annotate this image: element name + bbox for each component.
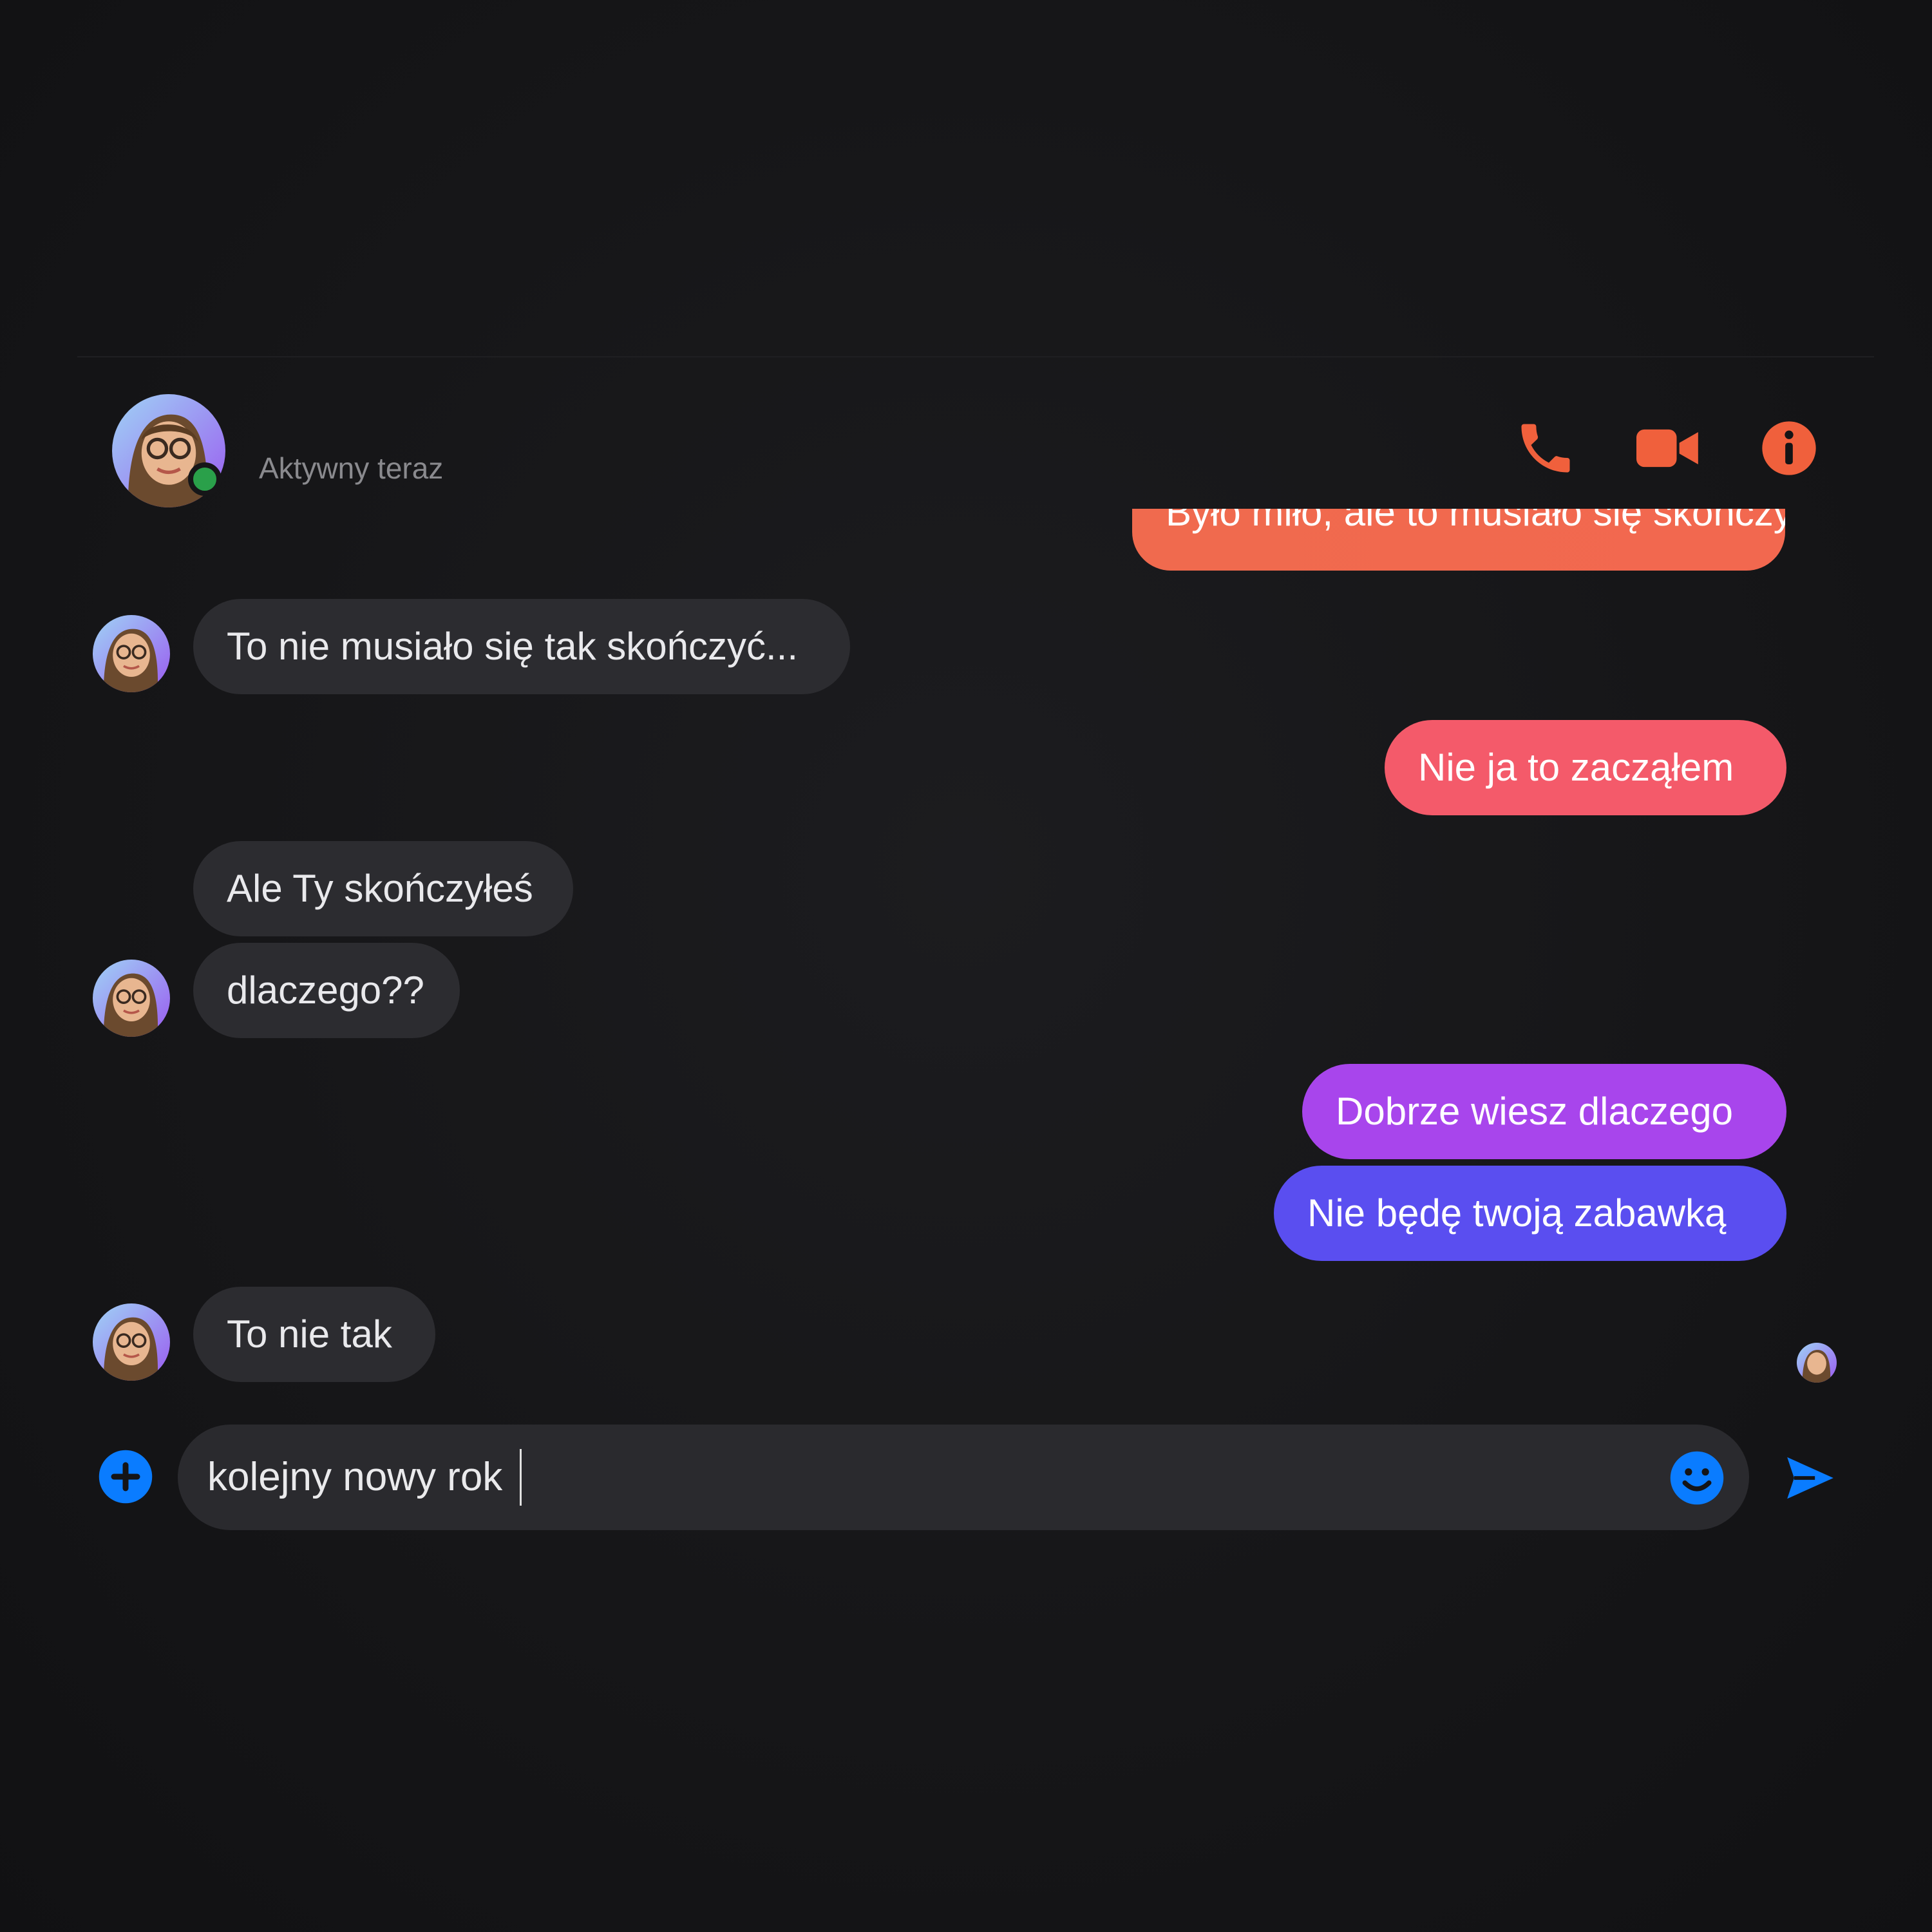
- phone-icon[interactable]: [1513, 416, 1578, 480]
- incoming-message[interactable]: Ale Ty skończyłeś: [193, 841, 573, 936]
- active-status-text: Aktywny teraz: [259, 451, 444, 485]
- video-camera-icon[interactable]: [1633, 416, 1704, 480]
- contact-avatar-small: [93, 615, 170, 692]
- partial-outgoing-message: Było miło, ale to musiało się skończyć: [1132, 509, 1785, 571]
- plus-circle-icon[interactable]: [97, 1448, 155, 1506]
- send-icon[interactable]: [1783, 1450, 1838, 1506]
- outgoing-message[interactable]: Dobrze wiesz dlaczego: [1302, 1064, 1786, 1159]
- contact-avatar-small: [93, 1303, 170, 1381]
- incoming-message[interactable]: dlaczego??: [193, 943, 460, 1038]
- online-status-dot: [188, 462, 222, 496]
- smile-icon[interactable]: [1668, 1449, 1726, 1507]
- seen-indicator-avatar: [1797, 1343, 1837, 1383]
- chat-window: Aktywny teraz Było miło, ale to musiało …: [0, 0, 1932, 1932]
- outgoing-message[interactable]: Nie będę twoją zabawką: [1274, 1166, 1786, 1261]
- outgoing-message[interactable]: Nie ja to zacząłem: [1385, 720, 1786, 815]
- text-caret: [520, 1449, 522, 1506]
- incoming-message[interactable]: To nie musiało się tak skończyć...: [193, 599, 850, 694]
- message-input-value[interactable]: kolejny nowy rok: [207, 1425, 502, 1530]
- incoming-message[interactable]: To nie tak: [193, 1287, 435, 1382]
- contact-avatar-small: [93, 960, 170, 1037]
- header-divider: [77, 356, 1874, 357]
- info-icon[interactable]: [1757, 416, 1821, 480]
